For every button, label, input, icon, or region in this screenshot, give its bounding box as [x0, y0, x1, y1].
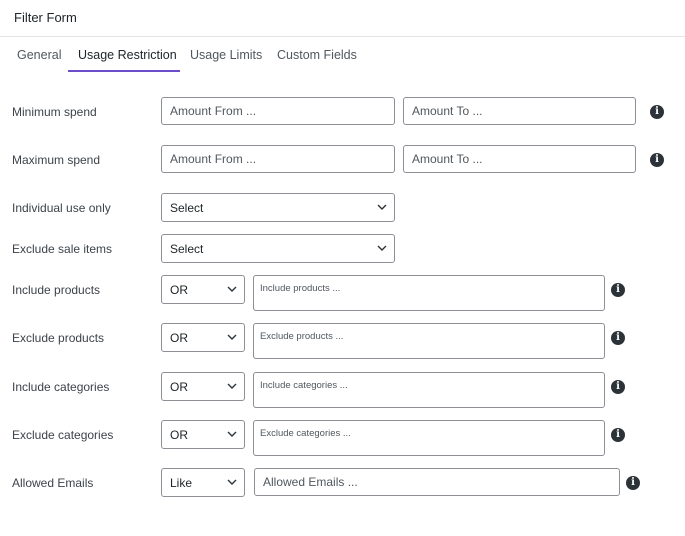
include-products-input[interactable] — [253, 275, 605, 311]
select-value: OR — [170, 331, 188, 345]
allowed-emails-input[interactable] — [254, 468, 620, 496]
allowed-emails-operator-select[interactable]: Like — [161, 468, 245, 497]
active-tab-indicator — [68, 70, 180, 72]
select-value: Select — [170, 242, 204, 256]
tab-usage-restriction[interactable]: Usage Restriction — [78, 48, 177, 62]
info-icon[interactable]: i — [611, 428, 625, 442]
exclude-products-label: Exclude products — [12, 331, 105, 345]
select-value: OR — [170, 380, 188, 394]
tab-custom-fields[interactable]: Custom Fields — [277, 48, 357, 62]
form-header: Filter Form — [0, 0, 685, 37]
exclude-categories-label: Exclude categories — [12, 428, 114, 442]
include-categories-label: Include categories — [12, 380, 110, 394]
select-value: OR — [170, 283, 188, 297]
info-icon[interactable]: i — [611, 331, 625, 345]
info-icon[interactable]: i — [626, 476, 640, 490]
include-products-label: Include products — [12, 283, 101, 297]
tab-general[interactable]: General — [17, 48, 61, 62]
exclude-sale-items-select[interactable]: Select — [161, 234, 395, 263]
chevron-down-icon — [377, 204, 387, 210]
chevron-down-icon — [227, 383, 237, 389]
select-value: Like — [170, 476, 193, 490]
exclude-sale-items-label: Exclude sale items — [12, 242, 113, 256]
maximum-spend-from-input[interactable] — [161, 145, 395, 173]
chevron-down-icon — [227, 286, 237, 292]
minimum-spend-from-input[interactable] — [161, 97, 395, 125]
include-categories-operator-select[interactable]: OR — [161, 372, 245, 401]
info-icon[interactable]: i — [611, 380, 625, 394]
chevron-down-icon — [227, 334, 237, 340]
minimum-spend-to-input[interactable] — [403, 97, 636, 125]
exclude-products-input[interactable] — [253, 323, 605, 359]
info-icon[interactable]: i — [611, 283, 625, 297]
page-title: Filter Form — [14, 10, 77, 25]
tab-bar: General Usage Restriction Usage Limits C… — [0, 37, 685, 73]
info-icon[interactable]: i — [650, 153, 664, 167]
maximum-spend-label: Maximum spend — [12, 153, 101, 167]
minimum-spend-label: Minimum spend — [12, 105, 97, 119]
individual-use-label: Individual use only — [12, 201, 111, 215]
exclude-categories-input[interactable] — [253, 420, 605, 456]
maximum-spend-to-input[interactable] — [403, 145, 636, 173]
chevron-down-icon — [377, 245, 387, 251]
chevron-down-icon — [227, 431, 237, 437]
select-value: OR — [170, 428, 188, 442]
individual-use-select[interactable]: Select — [161, 193, 395, 222]
chevron-down-icon — [227, 479, 237, 485]
allowed-emails-label: Allowed Emails — [12, 476, 94, 490]
info-icon[interactable]: i — [650, 105, 664, 119]
tab-usage-limits[interactable]: Usage Limits — [190, 48, 262, 62]
exclude-products-operator-select[interactable]: OR — [161, 323, 245, 352]
select-value: Select — [170, 201, 204, 215]
include-categories-input[interactable] — [253, 372, 605, 408]
exclude-categories-operator-select[interactable]: OR — [161, 420, 245, 449]
include-products-operator-select[interactable]: OR — [161, 275, 245, 304]
